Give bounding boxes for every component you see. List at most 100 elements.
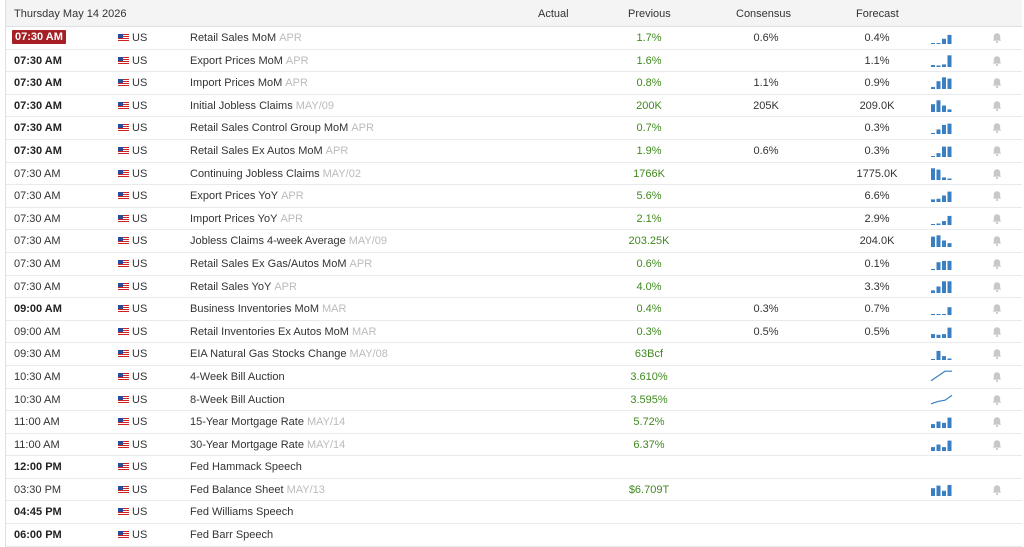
event-name-link[interactable]: Import Prices MoM APR xyxy=(190,77,308,89)
bell-icon[interactable] xyxy=(991,32,1003,44)
event-row[interactable]: 07:30 AM US Initial Jobless Claims MAY/09 20… xyxy=(6,95,1022,118)
sparkline-chart[interactable] xyxy=(929,279,953,293)
event-name-link[interactable]: Business Inventories MoM MAR xyxy=(190,303,346,315)
sparkline-bar xyxy=(947,34,952,44)
sparkline-chart[interactable] xyxy=(929,414,953,429)
event-row[interactable]: 06:00 PM US Fed Barr Speech xyxy=(6,524,1022,547)
event-name: Retail Sales Control Group MoM xyxy=(190,122,349,135)
event-row[interactable]: 09:30 AM US EIA Natural Gas Stocks Change M… xyxy=(6,343,1022,366)
sparkline-svg xyxy=(931,215,952,225)
event-name-link[interactable]: Fed Hammack Speech xyxy=(190,461,305,473)
event-name-link[interactable]: Retail Sales Control Group MoM APR xyxy=(190,122,374,134)
event-row[interactable]: 11:00 AM US 15-Year Mortgage Rate MAY/14 5.7… xyxy=(6,411,1022,434)
bell-icon[interactable] xyxy=(991,235,1003,247)
sparkline-chart[interactable] xyxy=(929,120,953,135)
event-name-link[interactable]: Fed Williams Speech xyxy=(190,506,296,518)
event-name-link[interactable]: Retail Sales Ex Autos MoM APR xyxy=(190,145,348,157)
bell-icon[interactable] xyxy=(991,55,1003,67)
event-row[interactable]: 03:30 PM US Fed Balance Sheet MAY/13 $6.709T xyxy=(6,479,1022,502)
event-row[interactable]: 07:30 AM US Retail Sales MoM APR 1.7% 0.6% 0.4… xyxy=(6,27,1022,50)
bell-icon[interactable] xyxy=(991,122,1003,134)
event-name-link[interactable]: Import Prices YoY APR xyxy=(190,213,303,225)
event-row[interactable]: 10:30 AM US 4-Week Bill Auction 3.610% xyxy=(6,366,1022,389)
column-forecast[interactable]: Forecast xyxy=(856,8,899,20)
event-row[interactable]: 04:45 PM US Fed Williams Speech xyxy=(6,501,1022,525)
event-row[interactable]: 07:30 AM US Export Prices MoM APR 1.6% 1.1% xyxy=(6,50,1022,73)
column-actual[interactable]: Actual xyxy=(538,8,569,20)
event-row[interactable]: 07:30 AM US Import Prices YoY APR 2.1% 2.9% xyxy=(6,208,1022,231)
event-row[interactable]: 10:30 AM US 8-Week Bill Auction 3.595% xyxy=(6,389,1022,412)
column-previous[interactable]: Previous xyxy=(628,8,671,20)
event-row[interactable]: 09:00 AM US Retail Inventories Ex Autos Mo… xyxy=(6,321,1022,344)
sparkline-chart[interactable] xyxy=(929,98,953,112)
event-row[interactable]: 07:30 AM US Retail Sales Ex Autos MoM APR 1.… xyxy=(6,140,1022,163)
event-name-link[interactable]: Export Prices YoY APR xyxy=(190,190,304,202)
bell-icon[interactable] xyxy=(991,258,1003,270)
sparkline-chart[interactable] xyxy=(929,369,953,383)
bell-icon[interactable] xyxy=(991,100,1003,112)
event-name-link[interactable]: Initial Jobless Claims MAY/09 xyxy=(190,100,334,112)
event-row[interactable]: 11:00 AM US 30-Year Mortgage Rate MAY/14 6.3… xyxy=(6,434,1022,457)
event-name-link[interactable]: EIA Natural Gas Stocks Change MAY/08 xyxy=(190,348,388,360)
bell-icon[interactable] xyxy=(991,168,1003,180)
bell-icon[interactable] xyxy=(991,394,1003,406)
sparkline-chart[interactable] xyxy=(929,233,953,248)
event-name-link[interactable]: Jobless Claims 4-week Average MAY/09 xyxy=(190,235,387,247)
sparkline-svg xyxy=(931,327,952,338)
sparkline-chart[interactable] xyxy=(929,301,953,316)
sparkline-chart[interactable] xyxy=(929,143,953,157)
sparkline-chart[interactable] xyxy=(929,53,953,67)
bell-icon[interactable] xyxy=(991,416,1003,428)
us-flag-icon xyxy=(118,463,129,472)
event-name-link[interactable]: 15-Year Mortgage Rate MAY/14 xyxy=(190,416,345,428)
event-name-link[interactable]: Retail Sales Ex Gas/Autos MoM APR xyxy=(190,258,372,270)
bell-icon[interactable] xyxy=(991,145,1003,157)
sparkline-chart[interactable] xyxy=(929,30,953,44)
sparkline-chart[interactable] xyxy=(929,324,953,338)
column-consensus[interactable]: Consensus xyxy=(736,8,791,20)
sparkline-chart[interactable] xyxy=(929,166,953,180)
event-name-link[interactable]: 30-Year Mortgage Rate MAY/14 xyxy=(190,439,345,451)
event-row[interactable]: 07:30 AM US Continuing Jobless Claims MAY/0… xyxy=(6,163,1022,186)
sparkline-chart[interactable] xyxy=(929,437,953,451)
bell-icon[interactable] xyxy=(991,348,1003,360)
event-period: MAY/02 xyxy=(322,167,361,180)
event-name-link[interactable]: Export Prices MoM APR xyxy=(190,55,309,67)
consensus-value: 205K xyxy=(753,99,779,112)
economic-calendar: Thursday May 14 2026 Actual Previous Con… xyxy=(5,0,1022,547)
event-name-link[interactable]: Continuing Jobless Claims MAY/02 xyxy=(190,168,361,180)
event-row[interactable]: 09:00 AM US Business Inventories MoM MAR 0.4… xyxy=(6,298,1022,321)
sparkline-chart[interactable] xyxy=(929,346,953,361)
bell-icon[interactable] xyxy=(991,281,1003,293)
sparkline-chart[interactable] xyxy=(929,482,953,496)
sparkline-svg xyxy=(931,191,952,203)
event-time: 09:00 AM xyxy=(14,303,62,316)
bell-icon[interactable] xyxy=(991,77,1003,89)
bell-icon[interactable] xyxy=(991,371,1003,383)
event-row[interactable]: 07:30 AM US Export Prices YoY APR 5.6% 6.6% xyxy=(6,185,1022,208)
bell-icon[interactable] xyxy=(991,484,1003,496)
bell-icon[interactable] xyxy=(991,213,1003,225)
event-row[interactable]: 07:30 AM US Retail Sales Ex Gas/Autos MoM A… xyxy=(6,253,1022,276)
sparkline-chart[interactable] xyxy=(929,392,953,406)
event-name-link[interactable]: Fed Balance Sheet MAY/13 xyxy=(190,484,325,496)
sparkline-chart[interactable] xyxy=(929,75,953,90)
sparkline-chart[interactable] xyxy=(929,188,953,203)
event-name-link[interactable]: Fed Barr Speech xyxy=(190,529,276,541)
bell-icon[interactable] xyxy=(991,303,1003,315)
sparkline-chart[interactable] xyxy=(929,211,953,225)
event-row[interactable]: 07:30 AM US Retail Sales YoY APR 4.0% 3.3% xyxy=(6,276,1022,299)
event-name-link[interactable]: Retail Sales YoY APR xyxy=(190,281,297,293)
event-row[interactable]: 07:30 AM US Jobless Claims 4-week Average M… xyxy=(6,230,1022,253)
event-row[interactable]: 07:30 AM US Retail Sales Control Group MoM… xyxy=(6,117,1022,140)
event-row[interactable]: 12:00 PM US Fed Hammack Speech xyxy=(6,456,1022,479)
event-name-link[interactable]: 8-Week Bill Auction xyxy=(190,394,288,406)
event-row[interactable]: 07:30 AM US Import Prices MoM APR 0.8% 1.1% 0.… xyxy=(6,72,1022,95)
sparkline-chart[interactable] xyxy=(929,256,953,270)
bell-icon[interactable] xyxy=(991,439,1003,451)
event-name-link[interactable]: Retail Sales MoM APR xyxy=(190,32,302,44)
bell-icon[interactable] xyxy=(991,190,1003,202)
event-name-link[interactable]: 4-Week Bill Auction xyxy=(190,371,288,383)
bell-icon[interactable] xyxy=(991,326,1003,338)
event-name-link[interactable]: Retail Inventories Ex Autos MoM MAR xyxy=(190,326,376,338)
